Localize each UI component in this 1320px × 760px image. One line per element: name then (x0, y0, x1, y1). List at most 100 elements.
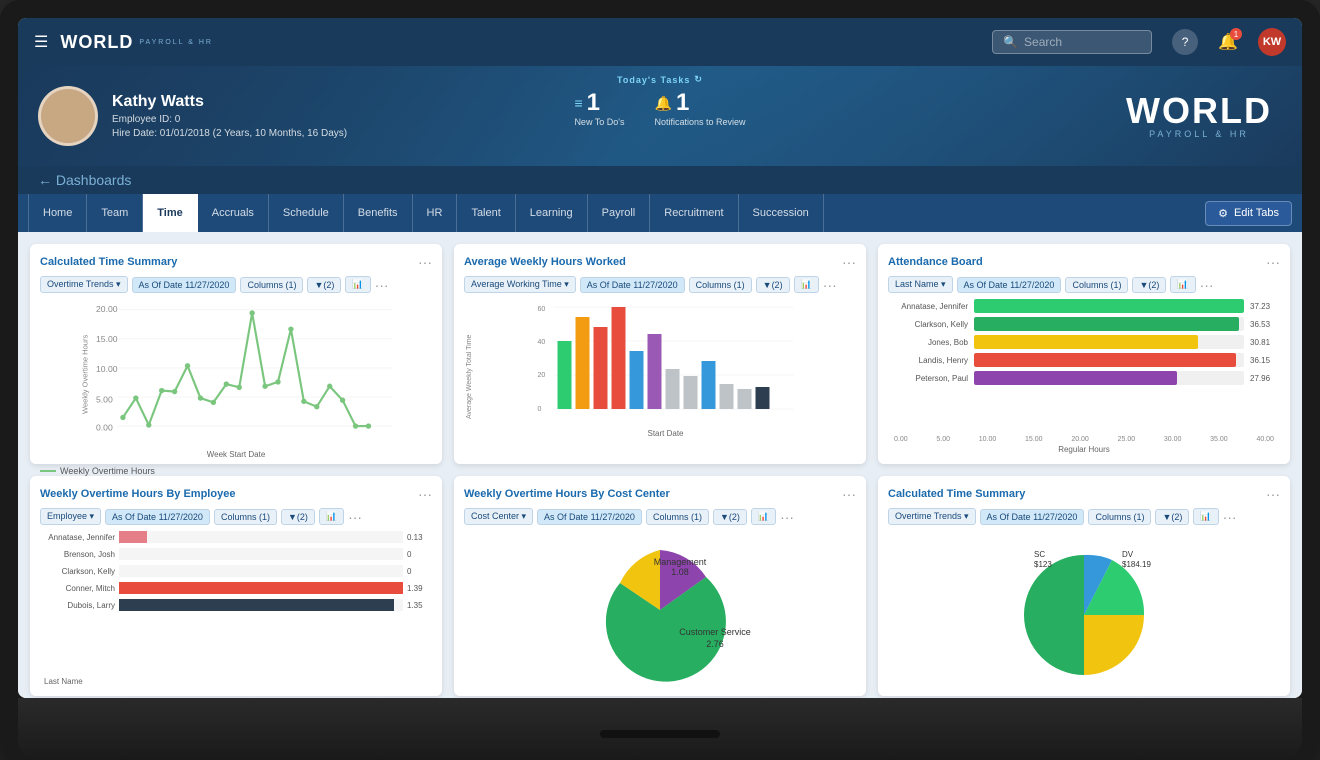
date-filter-3[interactable]: As Of Date 11/27/2020 (957, 277, 1062, 293)
filter-3[interactable]: ▼(2) (1132, 277, 1166, 293)
filter-6[interactable]: ▼(2) (1155, 509, 1189, 525)
tab-payroll[interactable]: Payroll (588, 194, 651, 232)
chart-type-6[interactable]: 📊 (1193, 508, 1218, 525)
tab-benefits[interactable]: Benefits (344, 194, 413, 232)
columns-4[interactable]: Columns (1) (214, 509, 277, 525)
chart-type-5[interactable]: 📊 (751, 508, 776, 525)
date-filter-2[interactable]: As Of Date 11/27/2020 (580, 277, 685, 293)
chart-type-2[interactable]: 📊 (794, 276, 819, 293)
widget-more-ctrl-6[interactable]: ··· (1223, 509, 1237, 525)
employee-dropdown[interactable]: Employee ▾ (40, 508, 101, 525)
search-icon: 🔍 (1003, 35, 1018, 49)
legend-1: Weekly Overtime Hours (40, 466, 432, 476)
tab-team[interactable]: Team (87, 194, 143, 232)
widget-more-2[interactable]: ··· (842, 254, 856, 270)
hero-logo: WORLD PAYROLL & HR (1126, 93, 1272, 139)
widget-more-ctrl-5[interactable]: ··· (780, 509, 794, 525)
edit-tabs-button[interactable]: ⚙ Edit Tabs (1205, 201, 1292, 226)
emp-name-4: Landis, Henry (888, 356, 968, 365)
wob-name-3: Clarkson, Kelly (40, 567, 115, 576)
svg-text:Weekly Overtime Hours: Weekly Overtime Hours (80, 335, 89, 414)
ot-trends-dropdown2[interactable]: Overtime Trends ▾ (888, 508, 976, 525)
cost-center-dropdown[interactable]: Cost Center ▾ (464, 508, 533, 525)
overtime-trends-dropdown[interactable]: Overtime Trends ▾ (40, 276, 128, 293)
help-icon[interactable]: ? (1172, 29, 1198, 55)
search-box[interactable]: 🔍 (992, 30, 1152, 54)
chart-type-1[interactable]: 📊 (345, 276, 370, 293)
bar-chart-inner: 60 40 20 0 (475, 299, 856, 454)
chart-type-3[interactable]: 📊 (1170, 276, 1195, 293)
widget-more-ctrl-3[interactable]: ··· (1200, 277, 1214, 293)
user-avatar[interactable]: KW (1258, 28, 1286, 56)
filter-1[interactable]: ▼(2) (307, 277, 341, 293)
filter-5[interactable]: ▼(2) (713, 509, 747, 525)
svg-text:DV: DV (1122, 550, 1134, 559)
tab-recruitment[interactable]: Recruitment (650, 194, 738, 232)
chart-type-4[interactable]: 📊 (319, 508, 344, 525)
wob-wrap-1 (119, 531, 403, 543)
widget-more-6[interactable]: ··· (1266, 486, 1280, 502)
widget-header-2: Average Weekly Hours Worked ··· (464, 254, 856, 270)
avg-working-dropdown[interactable]: Average Working Time ▾ (464, 276, 576, 293)
svg-text:0.00: 0.00 (96, 422, 113, 432)
notif-counter[interactable]: 🔔 1 Notifications to Review (655, 89, 746, 127)
tab-accruals[interactable]: Accruals (198, 194, 269, 232)
widget-calculated-time: Calculated Time Summary ··· Overtime Tre… (30, 244, 442, 464)
tab-nav: Home Team Time Accruals Schedule Benefit… (18, 194, 1302, 232)
date-filter-5[interactable]: As Of Date 11/27/2020 (537, 509, 642, 525)
widget-more-1[interactable]: ··· (418, 254, 432, 270)
emp-name-2: Clarkson, Kelly (888, 320, 968, 329)
date-filter-1[interactable]: As Of Date 11/27/2020 (132, 277, 237, 293)
hamburger-icon[interactable]: ☰ (34, 32, 48, 52)
widget-more-ctrl-4[interactable]: ··· (348, 509, 362, 525)
wob-val-4: 1.39 (407, 584, 432, 593)
search-input[interactable] (1024, 35, 1144, 49)
todos-icon: ≡ (574, 95, 582, 111)
filter-2[interactable]: ▼(2) (756, 277, 790, 293)
date-filter-6[interactable]: As Of Date 11/27/2020 (980, 509, 1085, 525)
refresh-icon[interactable]: ↻ (694, 74, 703, 85)
widget-attendance: Attendance Board ··· Last Name ▾ As Of D… (878, 244, 1290, 464)
tab-time[interactable]: Time (143, 194, 197, 232)
wob-y-label: Last Name (40, 677, 432, 686)
tab-home[interactable]: Home (28, 194, 87, 232)
tab-talent[interactable]: Talent (457, 194, 515, 232)
svg-text:1.08: 1.08 (671, 567, 689, 577)
tab-hr[interactable]: HR (413, 194, 458, 232)
lastname-dropdown[interactable]: Last Name ▾ (888, 276, 953, 293)
widget-more-ctrl-1[interactable]: ··· (375, 277, 389, 293)
hbar-row-5: Peterson, Paul 27.96 (888, 371, 1280, 385)
logo-area: WORLD PAYROLL & HR (60, 32, 213, 53)
widget-more-5[interactable]: ··· (842, 486, 856, 502)
columns-5[interactable]: Columns (1) (646, 509, 709, 525)
tab-schedule[interactable]: Schedule (269, 194, 344, 232)
wob-val-2: 0 (407, 550, 432, 559)
todos-counter[interactable]: ≡ 1 New To Do's (574, 89, 624, 127)
widget-more-4[interactable]: ··· (418, 486, 432, 502)
edit-tabs-label: Edit Tabs (1234, 207, 1279, 219)
columns-2[interactable]: Columns (1) (689, 277, 752, 293)
widget-more-3[interactable]: ··· (1266, 254, 1280, 270)
logo-text: WORLD (60, 32, 133, 53)
wob-bar-5 (119, 599, 394, 611)
widget-title-5: Weekly Overtime Hours By Cost Center (464, 488, 670, 500)
notification-icon[interactable]: 🔔 1 (1218, 32, 1238, 52)
hero-employee-content: Kathy Watts Employee ID: 0 Hire Date: 01… (38, 86, 347, 146)
app: ☰ WORLD PAYROLL & HR 🔍 ? 🔔 1 KW (18, 18, 1302, 698)
breadcrumb-back[interactable]: ← Dashboards (38, 172, 131, 188)
hero-info: Kathy Watts Employee ID: 0 Hire Date: 01… (112, 93, 347, 139)
tab-succession[interactable]: Succession (739, 194, 824, 232)
columns-6[interactable]: Columns (1) (1088, 509, 1151, 525)
date-filter-4[interactable]: As Of Date 11/27/2020 (105, 509, 210, 525)
svg-text:5.00: 5.00 (96, 394, 113, 404)
hbar-container-4 (974, 353, 1244, 367)
hbar-val-3: 30.81 (1250, 338, 1280, 347)
tab-learning[interactable]: Learning (516, 194, 588, 232)
hbar-container-3 (974, 335, 1244, 349)
columns-1[interactable]: Columns (1) (240, 277, 303, 293)
filter-4[interactable]: ▼(2) (281, 509, 315, 525)
line-chart-area: 20.00 15.00 10.00 5.00 0.00 (40, 299, 432, 444)
widget-more-ctrl-2[interactable]: ··· (823, 277, 837, 293)
columns-3[interactable]: Columns (1) (1065, 277, 1128, 293)
hbar-val-4: 36.15 (1250, 356, 1280, 365)
